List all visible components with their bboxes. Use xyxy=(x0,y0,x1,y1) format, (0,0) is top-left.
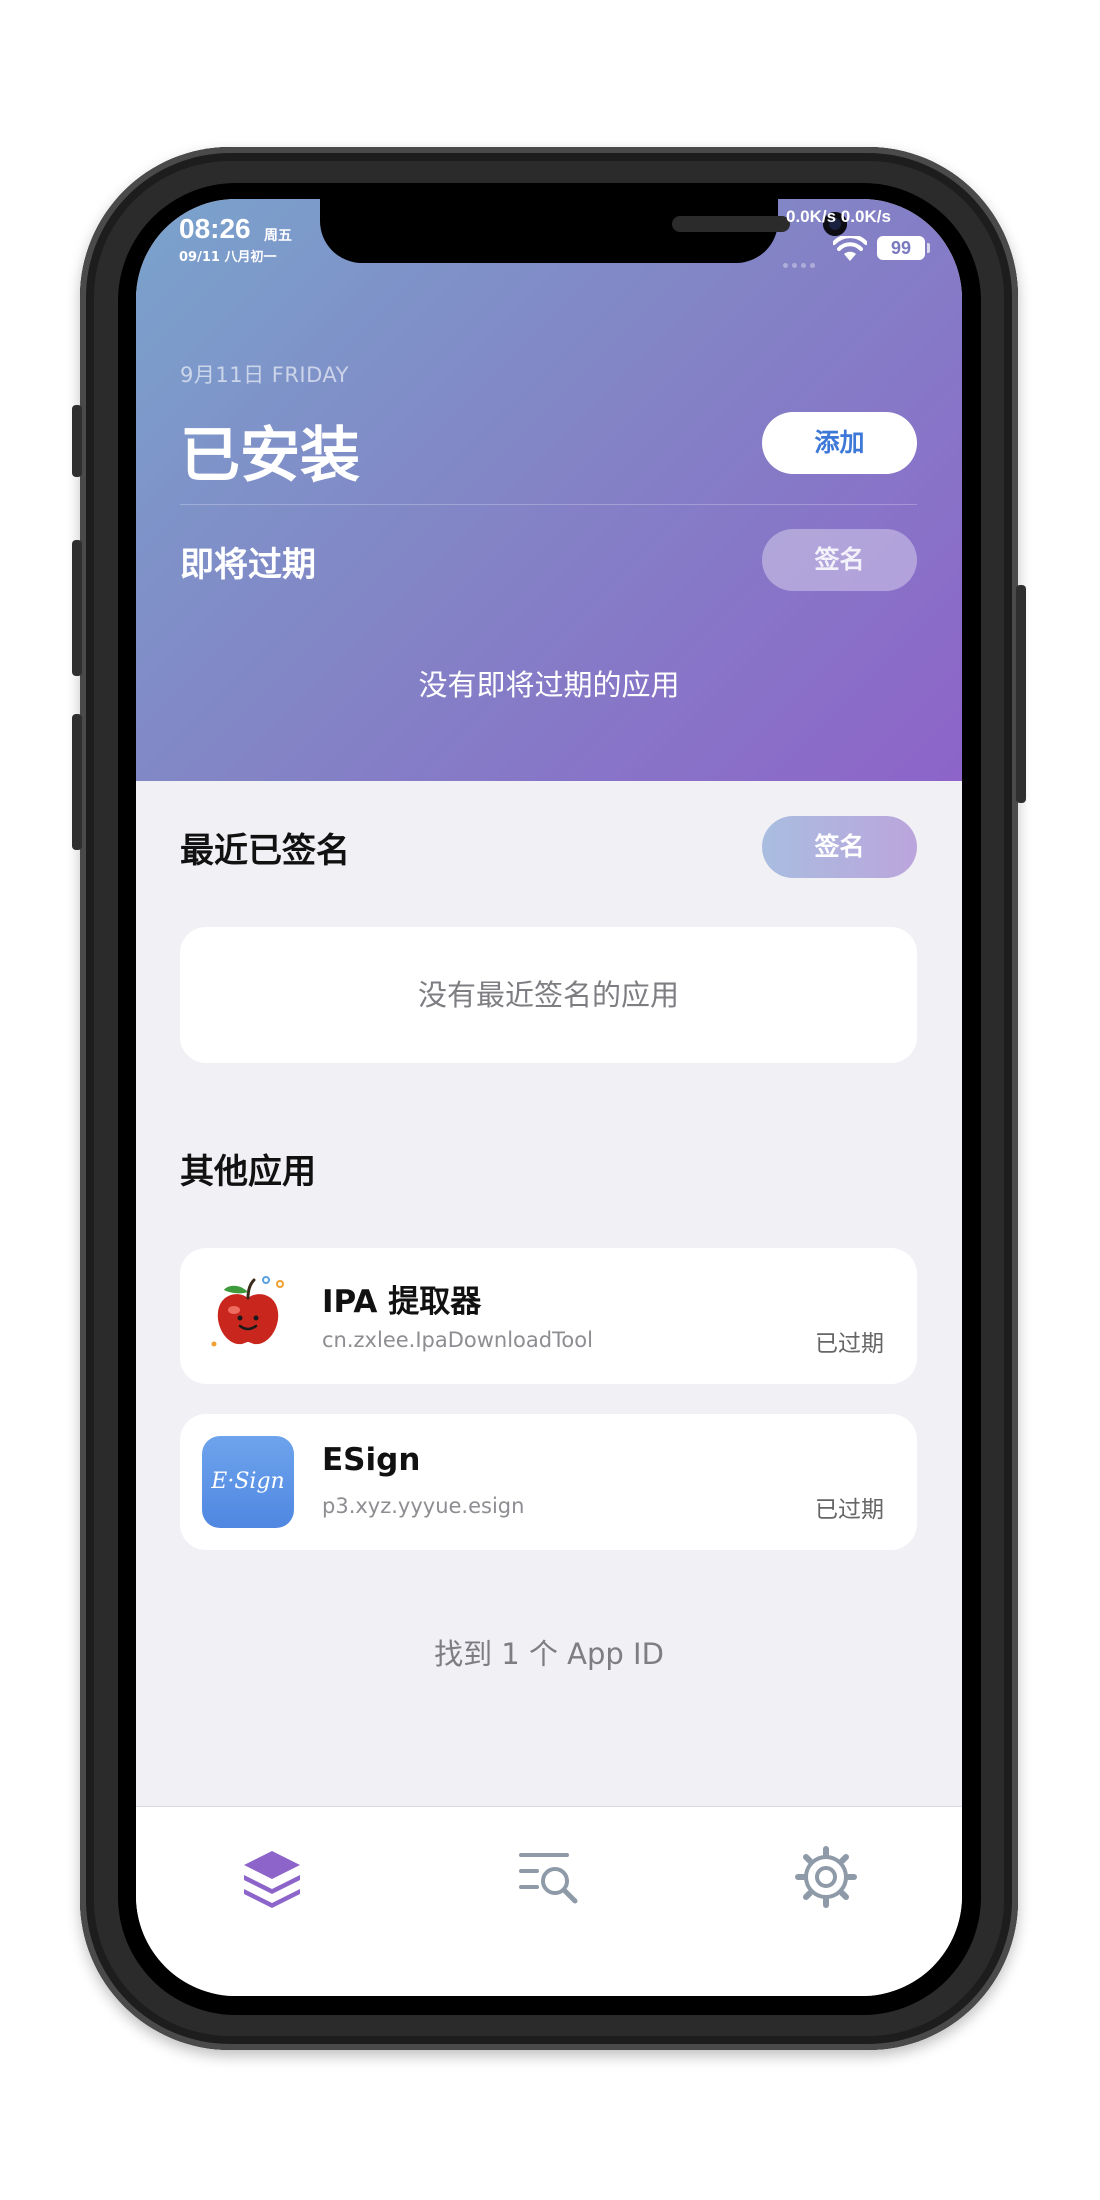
date-line: 9月11日 FRIDAY xyxy=(180,363,349,387)
app-name: ESign xyxy=(322,1442,421,1478)
recent-section-title: 最近已签名 xyxy=(180,831,350,871)
power-button xyxy=(1016,585,1026,803)
network-speed: 0.0K/s 0.0K/s xyxy=(786,207,891,226)
esign-icon-text: E·Sign xyxy=(211,1469,285,1494)
recent-sign-button[interactable]: 签名 xyxy=(762,816,917,878)
app-bundle-id: cn.zxlee.IpaDownloadTool xyxy=(322,1328,593,1352)
expiring-section-title: 即将过期 xyxy=(180,545,316,585)
mute-switch xyxy=(72,405,82,477)
expiring-sign-button[interactable]: 签名 xyxy=(762,529,917,591)
add-button[interactable]: 添加 xyxy=(762,412,917,474)
volume-up-button xyxy=(72,540,82,676)
page-title: 已安装 xyxy=(180,421,360,491)
app-status-badge: 已过期 xyxy=(815,1331,884,1357)
header-divider xyxy=(180,504,917,505)
notch xyxy=(320,199,847,263)
speaker-grille xyxy=(672,216,790,232)
tab-bar xyxy=(136,1806,962,1996)
tab-search-list-icon[interactable] xyxy=(517,1845,581,1909)
other-section-title: 其他应用 xyxy=(180,1152,316,1192)
tab-installed-layers-icon[interactable] xyxy=(240,1845,304,1909)
battery-level: 99 xyxy=(877,236,925,260)
esign-icon: E·Sign xyxy=(202,1436,294,1528)
cellular-signal-icon xyxy=(783,253,825,268)
volume-down-button xyxy=(72,714,82,850)
app-screen: 08:26 周五 09/11 八月初一 0.0K/s 0.0K/s 99 9月1… xyxy=(136,199,962,1996)
recent-empty-card: 没有最近签名的应用 xyxy=(180,927,917,1063)
header-panel: 08:26 周五 09/11 八月初一 0.0K/s 0.0K/s 99 9月1… xyxy=(136,199,962,781)
app-status-badge: 已过期 xyxy=(815,1497,884,1523)
app-name: IPA 提取器 xyxy=(322,1284,482,1320)
status-date: 09/11 八月初一 xyxy=(179,250,277,265)
expiring-empty-message: 没有即将过期的应用 xyxy=(418,668,680,702)
tab-settings-gear-icon[interactable] xyxy=(794,1845,858,1909)
app-id-count: 找到 1 个 App ID xyxy=(434,1637,664,1671)
app-card-ipa-extractor[interactable]: IPA 提取器 cn.zxlee.IpaDownloadTool 已过期 xyxy=(180,1248,917,1384)
status-weekday: 周五 xyxy=(264,228,292,244)
apple-icon xyxy=(211,1276,284,1347)
app-bundle-id: p3.xyz.yyyue.esign xyxy=(322,1494,525,1518)
battery-icon xyxy=(927,243,930,253)
wifi-icon xyxy=(833,236,867,261)
app-card-esign[interactable]: E·Sign ESign p3.xyz.yyyue.esign 已过期 xyxy=(180,1414,917,1550)
status-time: 08:26 xyxy=(179,213,251,244)
